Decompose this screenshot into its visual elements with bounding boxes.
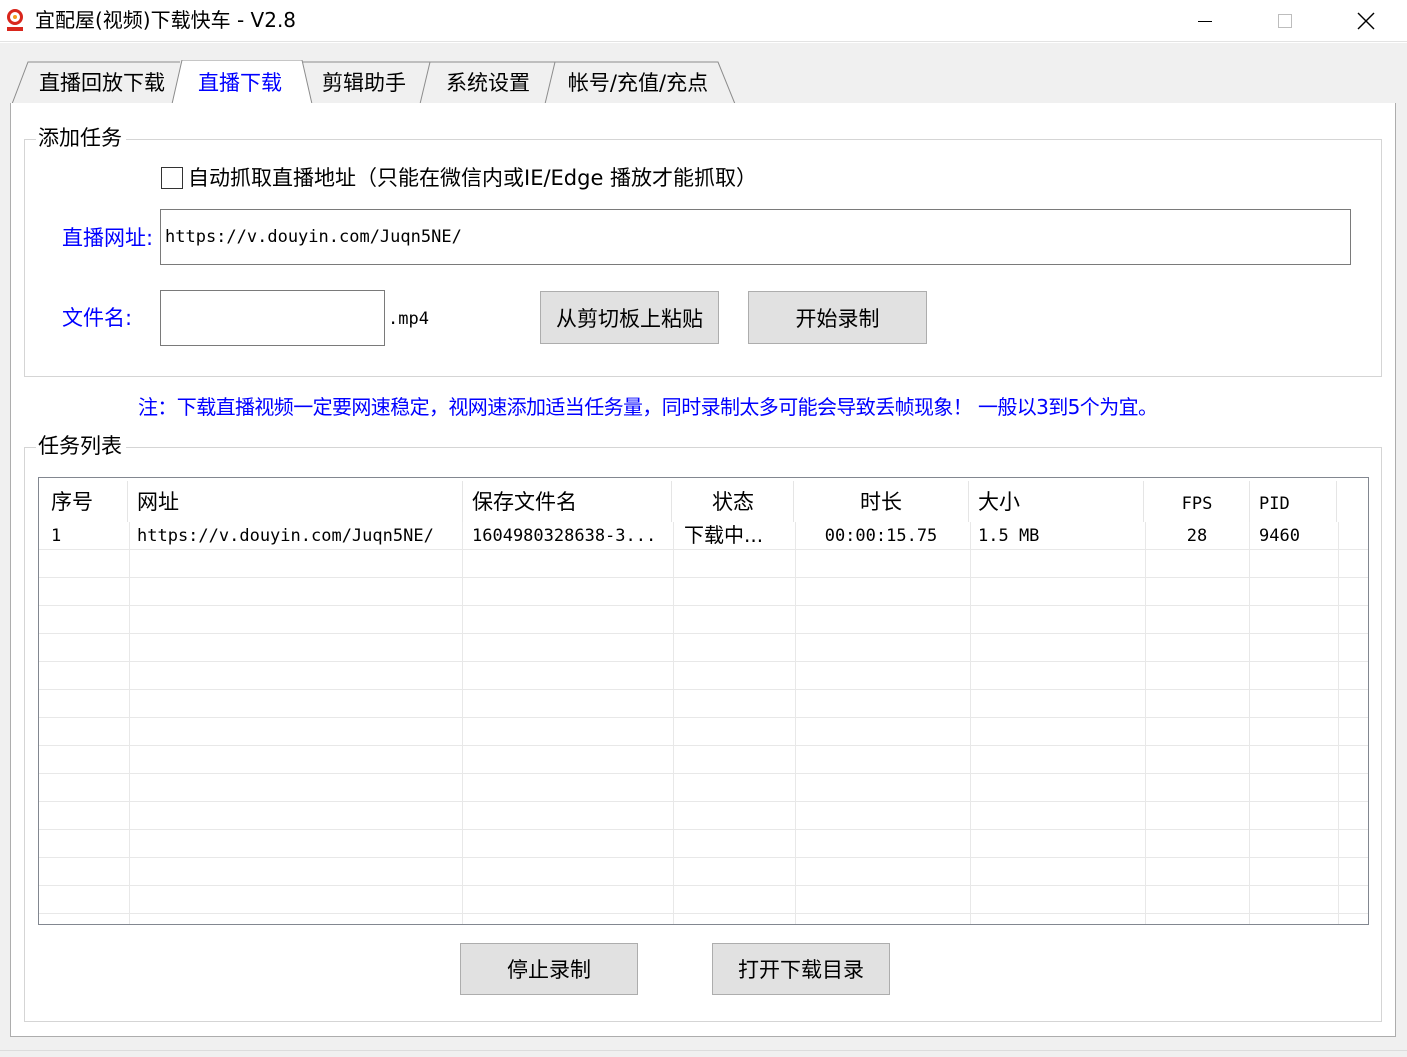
tab-system-settings[interactable]: 系统设置 [436, 70, 540, 96]
task-list-view[interactable]: 序号 网址 保存文件名 状态 时长 大小 FPS PID 1 https://v… [38, 477, 1369, 925]
minimize-button[interactable] [1165, 0, 1245, 42]
start-recording-button[interactable]: 开始录制 [748, 291, 927, 344]
row-fps: 28 [1186, 526, 1208, 546]
auto-capture-checkbox[interactable] [161, 167, 183, 189]
live-url-label: 直播网址: [62, 226, 154, 250]
notice-text: 注：下载直播视频一定要网速稳定，视网速添加适当任务量，同时录制太多可能会导致丢帧… [138, 395, 1158, 419]
row-size: 1.5 MB [978, 526, 1040, 546]
row-index: 1 [51, 526, 62, 546]
auto-capture-label: 自动抓取直播地址（只能在微信内或IE/Edge 播放才能抓取） [188, 166, 758, 190]
close-button[interactable] [1326, 0, 1406, 42]
add-task-group-title: 添加任务 [36, 125, 126, 151]
window-title: 宜配屋(视频)下载快车 - V2.8 [35, 8, 297, 32]
tab-strip: 直播回放下载 直播下载 剪辑助手 系统设置 帐号/充值/充点 [0, 60, 1407, 104]
tab-editing-assistant[interactable]: 剪辑助手 [312, 70, 416, 96]
filename-extension: .mp4 [388, 309, 429, 329]
live-url-input[interactable] [160, 209, 1351, 265]
row-filename: 1604980328638-3... [472, 526, 657, 546]
tab-live-download[interactable]: 直播下载 [186, 70, 294, 96]
column-header-fps[interactable]: FPS [1145, 491, 1249, 517]
paste-from-clipboard-button[interactable]: 从剪切板上粘贴 [540, 291, 719, 344]
maximize-icon [1278, 14, 1292, 28]
row-status: 下载中... [684, 523, 764, 547]
row-pid: 9460 [1259, 526, 1300, 546]
row-url: https://v.douyin.com/Juqn5NE/ [137, 526, 434, 546]
tab-account[interactable]: 帐号/充值/充点 [560, 70, 716, 96]
maximize-button[interactable] [1245, 0, 1325, 42]
filename-input[interactable] [160, 290, 385, 346]
column-header-status[interactable]: 状态 [673, 489, 793, 515]
app-logo-icon [7, 9, 23, 31]
close-icon [1357, 12, 1375, 30]
column-header-index[interactable]: 序号 [51, 489, 121, 515]
title-bar: 宜配屋(视频)下载快车 - V2.8 [0, 0, 1407, 42]
column-header-duration[interactable]: 时长 [795, 489, 967, 515]
row-duration: 00:00:15.75 [824, 526, 938, 546]
open-download-folder-button[interactable]: 打开下载目录 [712, 943, 890, 995]
stop-recording-button[interactable]: 停止录制 [460, 943, 638, 995]
task-list-group-title: 任务列表 [36, 433, 126, 459]
table-row[interactable]: 1 https://v.douyin.com/Juqn5NE/ 16049803… [39, 522, 1368, 549]
filename-label: 文件名: [62, 306, 133, 330]
minimize-icon [1198, 21, 1212, 22]
column-header-url[interactable]: 网址 [137, 489, 337, 515]
window-bottom-edge [0, 1050, 1407, 1057]
column-header-pid[interactable]: PID [1259, 491, 1339, 517]
column-header-filename[interactable]: 保存文件名 [472, 489, 662, 515]
tab-replay-download[interactable]: 直播回放下载 [28, 70, 176, 96]
column-header-size[interactable]: 大小 [978, 489, 1138, 515]
